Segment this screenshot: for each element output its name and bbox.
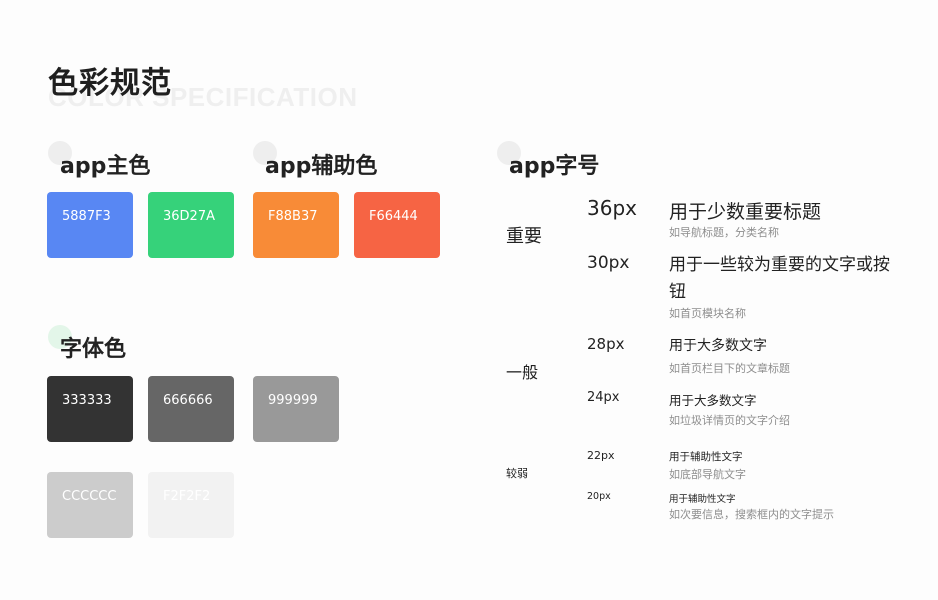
swatch-label: F88B37 [268, 209, 318, 224]
swatch-label: 333333 [62, 393, 112, 408]
secondary-swatch: F66444 [354, 192, 440, 258]
font-size-example: 如首页模块名称 [669, 307, 746, 320]
font-color-swatch: 999999 [253, 376, 339, 442]
swatch-label: F2F2F2 [163, 489, 211, 504]
swatch-label: 666666 [163, 393, 213, 408]
swatch-label: CCCCCC [62, 489, 117, 504]
font-size-usage: 用于大多数文字 [669, 393, 757, 408]
swatch-label: 5887F3 [62, 209, 111, 224]
font-size-value: 20px [587, 491, 611, 502]
primary-color-title: app主色 [60, 154, 151, 179]
primary-swatch: 36D27A [148, 192, 234, 258]
font-color-swatch: CCCCCC [47, 472, 133, 538]
font-color-swatch: 666666 [148, 376, 234, 442]
group-label-normal: 一般 [506, 363, 539, 382]
font-size-value: 28px [587, 335, 625, 353]
font-size-example: 如垃圾详情页的文字介绍 [669, 414, 790, 427]
swatch-label: 999999 [268, 393, 318, 408]
page-title: 色彩规范 [48, 66, 172, 101]
font-size-usage: 用于一些较为重要的文字或按钮 [669, 255, 890, 302]
font-size-example: 如导航标题，分类名称 [669, 226, 779, 239]
font-color-title: 字体色 [60, 337, 127, 362]
group-label-important: 重要 [506, 226, 542, 247]
font-size-value: 36px [587, 196, 637, 220]
secondary-swatch: F88B37 [253, 192, 339, 258]
swatch-label: 36D27A [163, 209, 215, 224]
font-size-usage: 用于大多数文字 [669, 338, 767, 354]
font-size-usage: 用于少数重要标题 [669, 201, 822, 223]
font-size-example: 如次要信息，搜索框内的文字提示 [669, 508, 834, 521]
primary-swatch: 5887F3 [47, 192, 133, 258]
font-size-title: app字号 [509, 154, 600, 179]
font-color-swatch: 333333 [47, 376, 133, 442]
font-size-usage: 用于辅助性文字 [669, 451, 743, 463]
group-label-weak: 较弱 [506, 467, 528, 480]
font-size-value: 22px [587, 449, 615, 462]
font-size-value: 24px [587, 390, 620, 405]
swatch-label: F66444 [369, 209, 418, 224]
font-size-example: 如首页栏目下的文章标题 [669, 362, 790, 375]
font-size-example: 如底部导航文字 [669, 468, 746, 481]
font-size-usage: 用于辅助性文字 [669, 494, 736, 505]
secondary-color-title: app辅助色 [265, 154, 378, 179]
font-color-swatch: F2F2F2 [148, 472, 234, 538]
font-size-value: 30px [587, 253, 630, 273]
